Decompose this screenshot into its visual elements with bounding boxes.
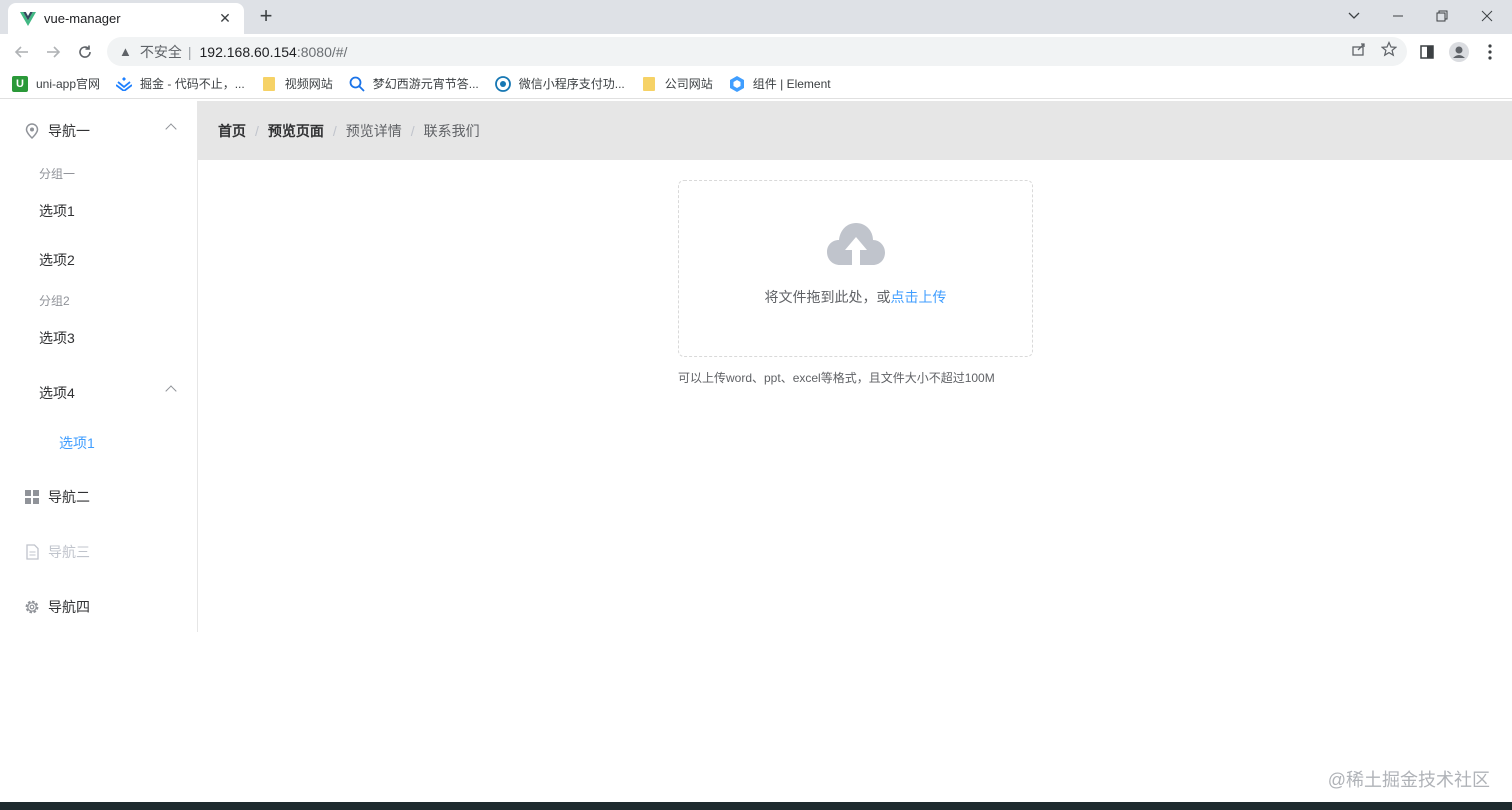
sidebar-nav4[interactable]: 导航四 — [0, 579, 197, 635]
tab-search-icon[interactable] — [1332, 0, 1376, 32]
sidebar-nav2[interactable]: 导航二 — [0, 469, 197, 525]
minimize-icon[interactable] — [1376, 0, 1420, 32]
restore-icon[interactable] — [1420, 0, 1464, 32]
tab-close-icon[interactable]: ✕ — [216, 10, 234, 27]
chevron-up-icon — [165, 123, 177, 135]
breadcrumb-preview-page[interactable]: 预览页面 — [268, 121, 324, 141]
folder-icon — [261, 76, 277, 92]
upload-cloud-icon — [827, 223, 885, 265]
upload-tip: 可以上传word、ppt、excel等格式，且文件大小不超过100M — [678, 371, 995, 385]
upload-dropzone[interactable]: 将文件拖到此处，或点击上传 — [678, 180, 1033, 357]
reload-icon[interactable] — [73, 40, 97, 64]
vue-logo-icon — [20, 11, 36, 26]
sidebar-menu: 导航一 分组一 选项1 选项2 分组2 选项3 选项4 选项1 导航二 导航三 … — [0, 101, 198, 632]
menu-item-option1[interactable]: 选项1 — [0, 186, 197, 236]
folder-icon — [641, 76, 657, 92]
url-separator: | — [187, 43, 192, 60]
insecure-label: 不安全 — [139, 43, 182, 60]
menu-item-option2[interactable]: 选项2 — [0, 235, 197, 285]
menu-item-option3[interactable]: 选项3 — [0, 313, 197, 363]
nav1-label: 导航一 — [48, 123, 90, 139]
bookmark-element[interactable]: 组件 | Element — [729, 75, 831, 92]
warning-icon[interactable]: ▲ — [119, 44, 132, 59]
bookmark-mhxy[interactable]: 梦幻西游元宵节答... — [349, 75, 479, 92]
bookmarks-bar: U uni-app官网 掘金 - 代码不止，... 视频网站 梦幻西游元宵节答.… — [0, 69, 1512, 99]
location-icon — [24, 123, 40, 139]
close-window-icon[interactable] — [1465, 0, 1509, 32]
bookmark-wechat-pay[interactable]: 微信小程序支付功... — [494, 75, 625, 92]
url-host: 192.168.60.154 — [199, 43, 297, 60]
bookmark-star-icon[interactable] — [1380, 41, 1398, 62]
document-icon — [24, 544, 40, 560]
menu-grid-icon — [24, 489, 40, 505]
sidebar-nav1[interactable]: 导航一 — [0, 103, 197, 159]
bookmark-video-folder[interactable]: 视频网站 — [261, 75, 333, 92]
group-title: 分组一 — [39, 167, 76, 181]
nav3-label: 导航三 — [48, 544, 90, 560]
bookmark-company-folder[interactable]: 公司网站 — [641, 75, 713, 92]
new-tab-button[interactable]: + — [255, 5, 277, 27]
submenu-option4[interactable]: 选项4 — [0, 365, 197, 421]
setting-icon — [24, 599, 40, 615]
search-icon — [349, 76, 365, 92]
juejin-icon — [116, 76, 133, 92]
bookmark-juejin[interactable]: 掘金 - 代码不止，... — [116, 75, 245, 92]
nav2-label: 导航二 — [48, 489, 90, 505]
group-title: 分组2 — [39, 294, 70, 308]
breadcrumb-separator: / — [410, 122, 415, 139]
nav4-label: 导航四 — [48, 599, 90, 615]
side-panel-icon[interactable] — [1415, 40, 1439, 64]
sidebar-nav3: 导航三 — [0, 524, 197, 580]
bookmark-label: 掘金 - 代码不止，... — [140, 77, 245, 91]
bookmark-label: 视频网站 — [284, 77, 333, 91]
submenu-option4-label: 选项4 — [39, 385, 75, 401]
breadcrumb-home[interactable]: 首页 — [218, 121, 246, 141]
bookmark-label: 梦幻西游元宵节答... — [372, 77, 479, 91]
forward-icon[interactable] — [41, 40, 65, 64]
uniapp-icon: U — [12, 75, 28, 92]
watermark: @稀土掘金技术社区 — [1327, 770, 1490, 790]
browser-tab-strip: vue-manager ✕ + — [0, 0, 1512, 34]
bookmark-label: uni-app官网 — [36, 77, 101, 91]
breadcrumb-contact: 联系我们 — [423, 122, 480, 139]
bookmark-label: 组件 | Element — [752, 77, 831, 91]
bookmark-label: 微信小程序支付功... — [518, 77, 625, 91]
url-path: :8080/#/ — [296, 43, 348, 60]
browser-tab[interactable]: vue-manager ✕ — [8, 3, 244, 34]
wechat-doc-icon — [494, 75, 511, 92]
os-taskbar — [0, 802, 1512, 810]
tab-title: vue-manager — [44, 11, 121, 26]
browser-menu-icon[interactable] — [1478, 40, 1502, 64]
upload-instruction: 将文件拖到此处，或点击上传 — [679, 287, 1032, 307]
menu-item-option4-1[interactable]: 选项1 — [0, 418, 197, 468]
breadcrumb-preview-detail: 预览详情 — [345, 122, 402, 139]
element-icon — [729, 75, 745, 92]
bookmark-label: 公司网站 — [664, 77, 713, 91]
bookmark-uniapp[interactable]: U uni-app官网 — [12, 75, 100, 92]
profile-avatar-icon[interactable] — [1447, 40, 1471, 64]
upload-drag-text: 将文件拖到此处，或 — [764, 289, 891, 305]
back-icon[interactable] — [10, 40, 34, 64]
upload-click-link[interactable]: 点击上传 — [891, 289, 947, 305]
share-icon[interactable] — [1351, 41, 1367, 62]
breadcrumb: 首页 / 预览页面 / 预览详情 / 联系我们 — [198, 101, 1512, 160]
chevron-up-icon — [165, 385, 177, 397]
breadcrumb-separator: / — [332, 122, 337, 139]
breadcrumb-separator: / — [255, 122, 259, 139]
address-toolbar: ▲ 不安全 | 192.168.60.154 :8080/#/ — [0, 34, 1512, 69]
url-bar[interactable]: ▲ 不安全 | 192.168.60.154 :8080/#/ — [107, 37, 1407, 66]
